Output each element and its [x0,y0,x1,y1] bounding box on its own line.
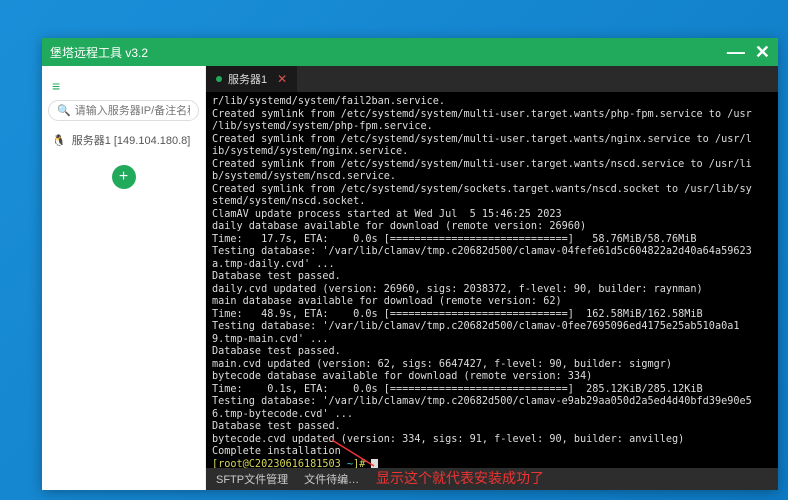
plus-icon: + [119,168,128,186]
tab-close-icon[interactable]: ✕ [277,72,287,86]
linux-icon: 🐧 [52,134,66,147]
add-server-button[interactable]: + [112,165,136,189]
terminal-output[interactable]: r/lib/systemd/system/fail2ban.service. C… [206,92,778,468]
titlebar: 堡塔远程工具 v3.2 — ✕ [42,38,778,66]
sidebar-item-server1[interactable]: 🐧 服务器1 [149.104.180.8] [48,129,199,151]
minimize-button[interactable]: — [727,42,745,63]
window-title: 堡塔远程工具 v3.2 [50,44,717,61]
search-box[interactable]: 🔍 [48,100,199,121]
annotation-text: 显示这个就代表安装成功了 [376,468,544,488]
file-editor-button[interactable]: 文件待编… [304,471,359,487]
tab-label: 服务器1 [228,71,267,87]
sidebar: ≡ 🔍 🐧 服务器1 [149.104.180.8] + [42,66,206,490]
hamburger-icon[interactable]: ≡ [52,78,199,94]
search-icon: 🔍 [57,104,71,117]
tab-server1[interactable]: 服务器1 ✕ [206,66,297,92]
close-button[interactable]: ✕ [755,42,770,63]
sftp-button[interactable]: SFTP文件管理 [216,471,288,487]
status-dot-icon [216,76,222,82]
search-input[interactable] [75,105,190,117]
window-body: ≡ 🔍 🐧 服务器1 [149.104.180.8] + 服务器1 ✕ [42,66,778,490]
main-panel: 服务器1 ✕ r/lib/systemd/system/fail2ban.ser… [206,66,778,490]
server-label: 服务器1 [149.104.180.8] [72,132,191,148]
app-window: 堡塔远程工具 v3.2 — ✕ ≡ 🔍 🐧 服务器1 [149.104.180.… [42,38,778,490]
tab-bar: 服务器1 ✕ [206,66,778,92]
